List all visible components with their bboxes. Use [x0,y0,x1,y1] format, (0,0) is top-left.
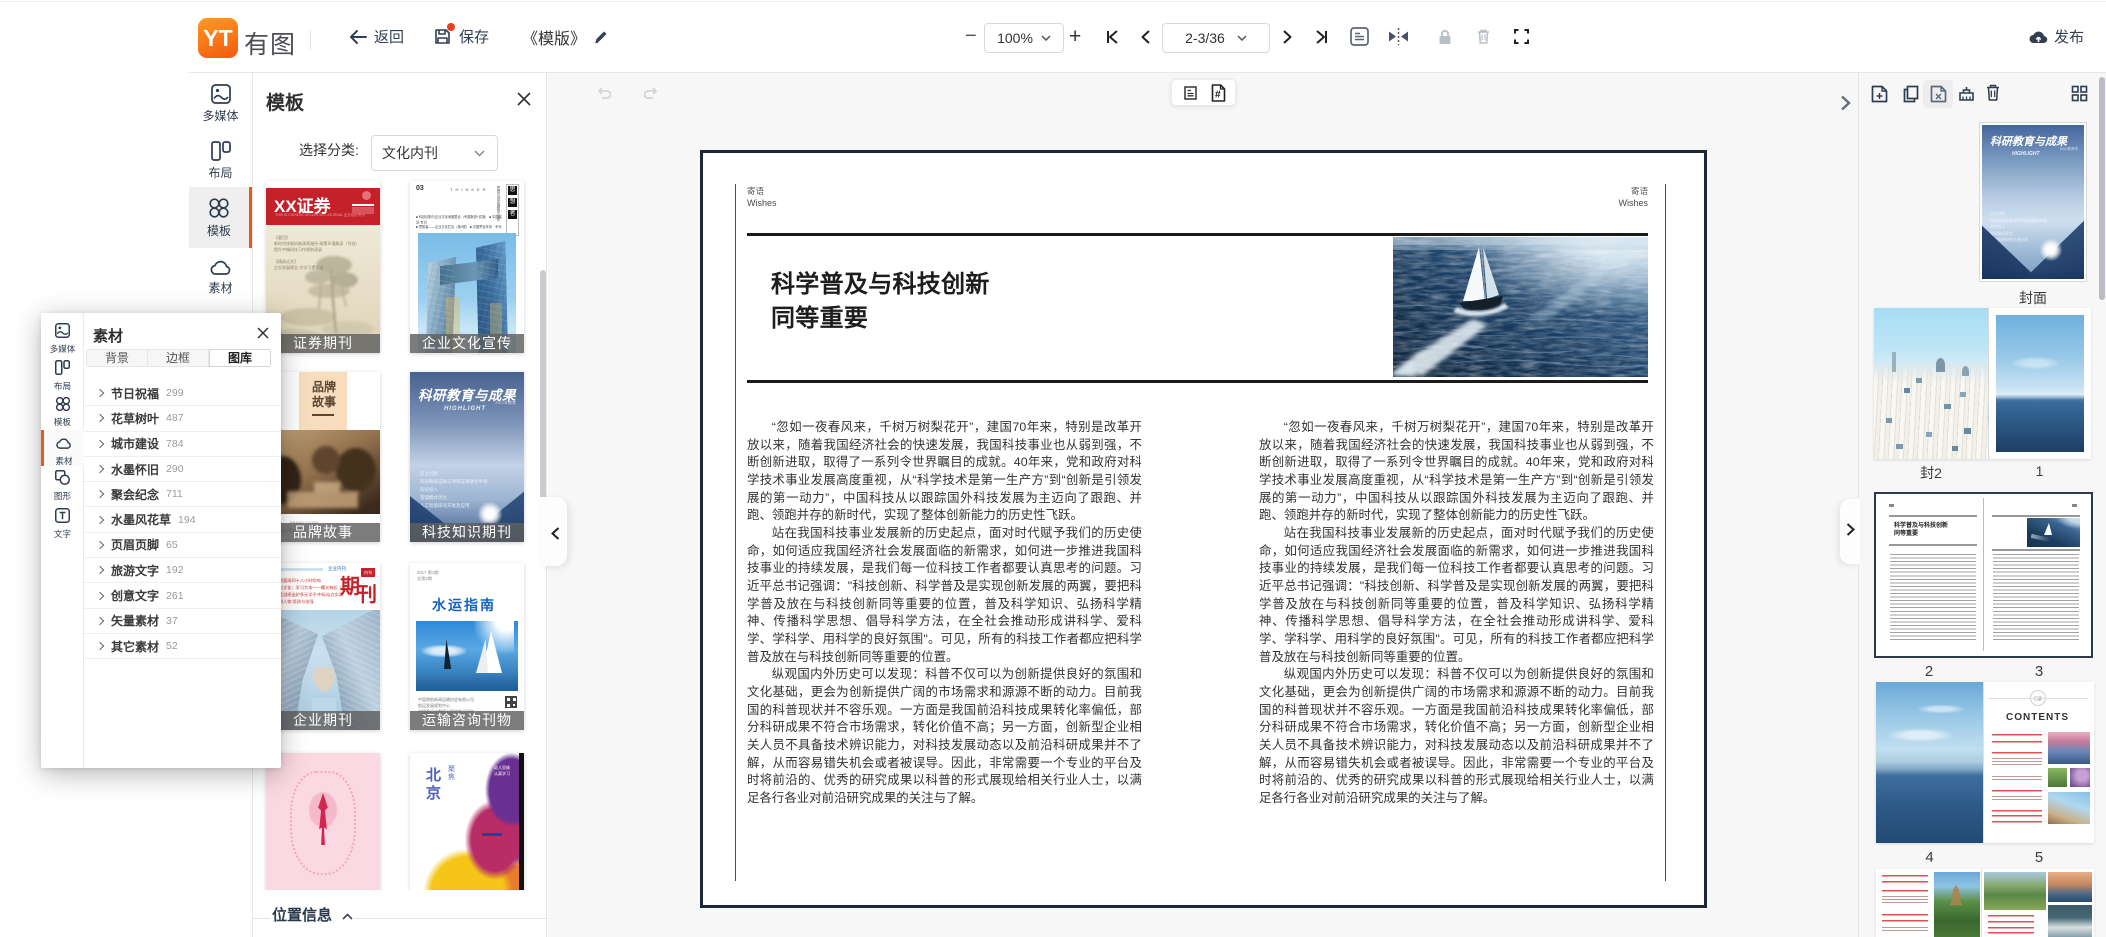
svg-text:#: # [1215,90,1221,101]
